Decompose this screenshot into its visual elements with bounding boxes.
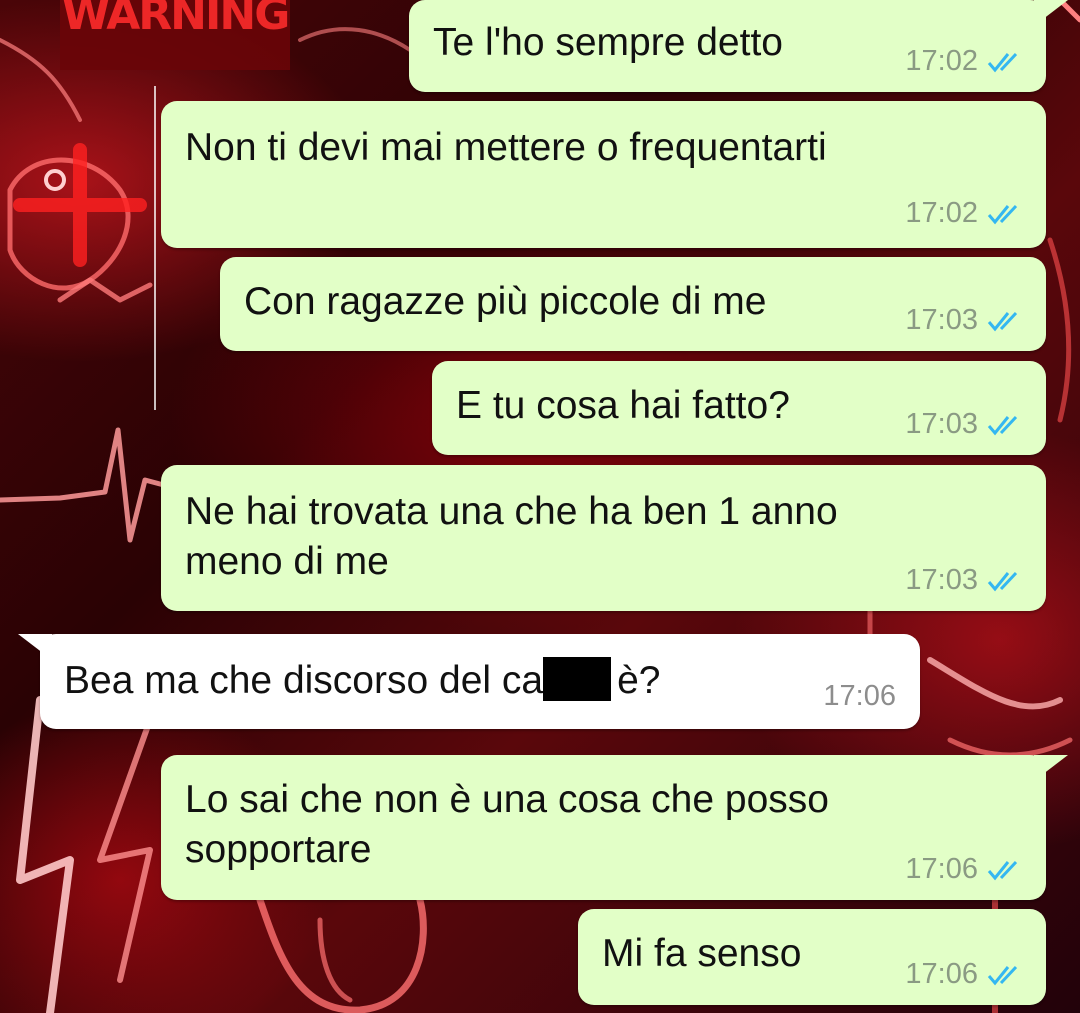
message-bubble-incoming[interactable]: Bea ma che discorso del ca è? 17:06	[18, 634, 920, 729]
message-bubble-outgoing[interactable]: Mi fa senso 17:06	[578, 909, 1046, 1005]
message-text: Lo sai che non è una cosa che posso sopp…	[185, 778, 829, 871]
redaction-block	[543, 657, 612, 701]
message-bubble-outgoing[interactable]: Ne hai trovata una che ha ben 1 anno men…	[161, 465, 1046, 611]
message-meta: 17:02	[905, 45, 1022, 78]
message-bubble-outgoing[interactable]: E tu cosa hai fatto? 17:03	[432, 361, 1046, 455]
message-text-before: Bea ma che discorso del ca	[64, 659, 544, 702]
message-text: Ne hai trovata una che ha ben 1 anno men…	[185, 490, 838, 583]
double-check-read-icon	[987, 52, 1018, 72]
message-time: 17:06	[905, 853, 978, 885]
message-text: Non ti devi mai mettere o frequentarti	[185, 126, 827, 169]
message-bubble-outgoing[interactable]: Te l'ho sempre detto 17:02	[409, 0, 1068, 92]
message-meta: 17:06	[823, 680, 896, 713]
message-time: 17:02	[905, 45, 978, 77]
message-meta: 17:03	[905, 564, 1022, 597]
message-time: 17:06	[823, 680, 896, 712]
double-check-read-icon	[987, 311, 1018, 331]
double-check-read-icon	[987, 860, 1018, 880]
message-meta: 17:06	[905, 853, 1022, 886]
message-time: 17:02	[905, 197, 978, 229]
neon-strip	[154, 86, 156, 410]
double-check-read-icon	[987, 965, 1018, 985]
message-meta: 17:03	[905, 408, 1022, 441]
double-check-read-icon	[987, 415, 1018, 435]
warning-sign: WARNING	[60, 0, 290, 70]
message-meta: 17:06	[905, 958, 1022, 991]
message-text: Bea ma che discorso del ca è?	[64, 656, 896, 706]
message-bubble-outgoing[interactable]: Con ragazze più piccole di me 17:03	[220, 257, 1046, 351]
double-check-read-icon	[987, 204, 1018, 224]
message-bubble-outgoing[interactable]: Lo sai che non è una cosa che posso sopp…	[161, 755, 1068, 900]
message-meta: 17:03	[905, 304, 1022, 337]
message-meta: 17:02	[905, 197, 1022, 230]
message-text-after: è?	[617, 659, 661, 702]
message-time: 17:03	[905, 304, 978, 336]
message-time: 17:06	[905, 958, 978, 990]
double-check-read-icon	[987, 571, 1018, 591]
message-bubble-outgoing[interactable]: Non ti devi mai mettere o frequentarti 1…	[161, 101, 1046, 248]
message-time: 17:03	[905, 564, 978, 596]
bubble-tail	[1034, 755, 1068, 781]
message-time: 17:03	[905, 408, 978, 440]
bubble-tail	[1034, 0, 1068, 26]
bubble-tail	[18, 634, 52, 660]
